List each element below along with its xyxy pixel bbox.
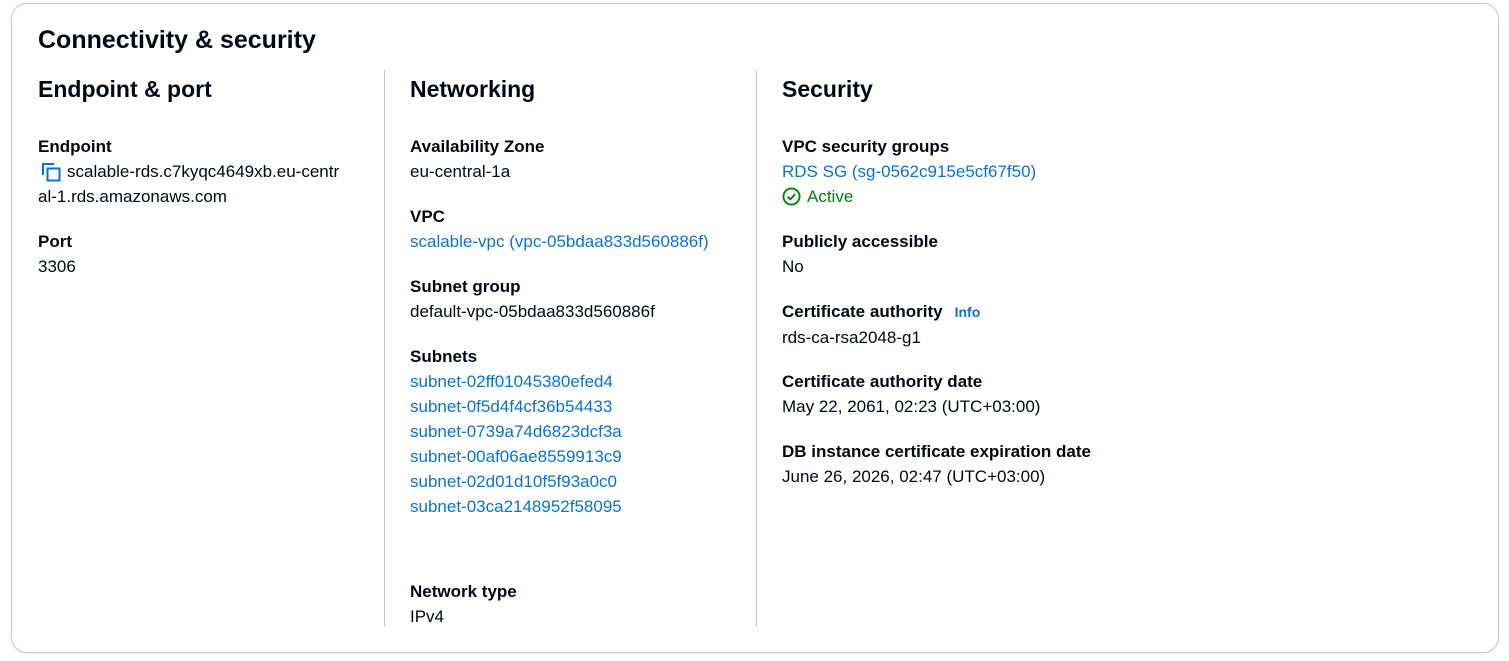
security-title: Security	[782, 76, 873, 102]
panel-title: Connectivity & security	[38, 26, 316, 54]
availability-zone-label: Availability Zone	[410, 137, 545, 156]
status-text: Active	[807, 187, 854, 206]
subnets-label: Subnets	[410, 347, 478, 366]
info-link[interactable]: Info	[955, 304, 981, 320]
connectivity-security-panel: Connectivity & security Endpoint & port …	[11, 3, 1499, 653]
certificate-authority-date-value: May 22, 2061, 02:23 (UTC+03:00)	[782, 397, 1041, 416]
certificate-authority-label-row: Certificate authority Info	[782, 299, 1466, 325]
port-field: Port 3306	[38, 229, 368, 279]
subnet-group-field: Subnet group default-vpc-05bdaa833d56088…	[410, 274, 740, 324]
certificate-authority-value: rds-ca-rsa2048-g1	[782, 328, 921, 347]
endpoint-port-section: Endpoint & port Endpoint scalable-rds.c7…	[38, 70, 385, 627]
check-circle-icon	[782, 187, 801, 206]
network-type-field: Network type IPv4	[410, 579, 740, 629]
certificate-expiration-label: DB instance certificate expiration date	[782, 442, 1091, 461]
subnet-link[interactable]: subnet-00af06ae8559913c9	[410, 444, 740, 469]
endpoint-port-title: Endpoint & port	[38, 76, 212, 102]
publicly-accessible-label: Publicly accessible	[782, 232, 938, 251]
port-label: Port	[38, 232, 72, 251]
endpoint-label: Endpoint	[38, 137, 112, 156]
endpoint-value-row: scalable-rds.c7kyqc4649xb.eu-centr	[38, 159, 368, 184]
availability-zone-field: Availability Zone eu-central-1a	[410, 134, 740, 184]
security-groups-label: VPC security groups	[782, 137, 950, 156]
certificate-authority-date-label: Certificate authority date	[782, 372, 983, 391]
subnet-link[interactable]: subnet-0739a74d6823dcf3a	[410, 419, 740, 444]
subnet-group-label: Subnet group	[410, 277, 521, 296]
subnet-link[interactable]: subnet-02ff01045380efed4	[410, 369, 740, 394]
endpoint-value-line2: al-1.rds.amazonaws.com	[38, 187, 227, 206]
vpc-field: VPC scalable-vpc (vpc-05bdaa833d560886f)	[410, 204, 740, 254]
certificate-authority-date-field: Certificate authority date May 22, 2061,…	[782, 369, 1466, 419]
vpc-label: VPC	[410, 207, 445, 226]
certificate-expiration-value: June 26, 2026, 02:47 (UTC+03:00)	[782, 467, 1046, 486]
subnet-group-value: default-vpc-05bdaa833d560886f	[410, 302, 655, 321]
vpc-link[interactable]: scalable-vpc (vpc-05bdaa833d560886f)	[410, 229, 740, 254]
subnet-link[interactable]: subnet-03ca2148952f58095	[410, 494, 740, 519]
port-value: 3306	[38, 257, 76, 276]
networking-title: Networking	[410, 76, 536, 102]
security-section: Security VPC security groups RDS SG (sg-…	[782, 70, 1482, 627]
network-type-value: IPv4	[410, 607, 445, 626]
certificate-authority-label: Certificate authority	[782, 302, 943, 321]
security-groups-field: VPC security groups RDS SG (sg-0562c915e…	[782, 134, 1466, 209]
certificate-authority-field: Certificate authority Info rds-ca-rsa2048…	[782, 299, 1466, 350]
security-group-link[interactable]: RDS SG (sg-0562c915e5cf67f50)	[782, 159, 1466, 184]
status-badge: Active	[782, 184, 1466, 209]
subnet-link[interactable]: subnet-02d01d10f5f93a0c0	[410, 469, 740, 494]
subnet-link[interactable]: subnet-0f5d4f4cf36b54433	[410, 394, 740, 419]
networking-section: Networking Availability Zone eu-central-…	[410, 70, 757, 627]
publicly-accessible-value: No	[782, 257, 804, 276]
availability-zone-value: eu-central-1a	[410, 162, 511, 181]
copy-icon[interactable]	[41, 159, 67, 184]
network-type-label: Network type	[410, 582, 517, 601]
subnets-field: Subnets subnet-02ff01045380efed4 subnet-…	[410, 344, 740, 519]
endpoint-value-line1: scalable-rds.c7kyqc4649xb.eu-centr	[67, 162, 340, 181]
certificate-expiration-field: DB instance certificate expiration date …	[782, 439, 1466, 489]
endpoint-field: Endpoint scalable-rds.c7kyqc4649xb.eu-ce…	[38, 134, 368, 209]
publicly-accessible-field: Publicly accessible No	[782, 229, 1466, 279]
